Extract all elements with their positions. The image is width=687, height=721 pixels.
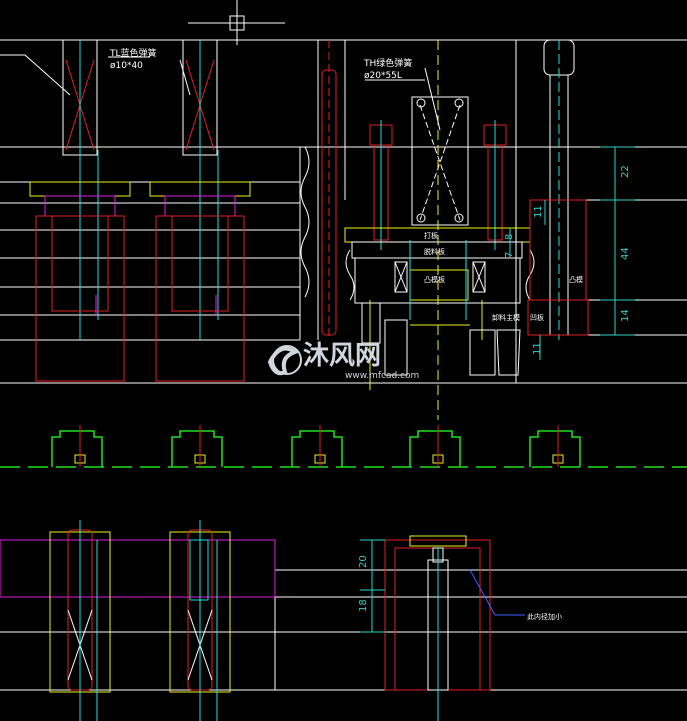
strip-layout	[0, 430, 687, 468]
cad-drawing: TL蓝色弹簧 ø10*40 TH绿色弹簧 ø20*55L 22 11 7 8 4…	[0, 0, 687, 721]
plate-lines-bottom	[0, 569, 687, 691]
label-note: 此内径加小	[527, 612, 562, 621]
spring-guide-left-2	[149, 39, 251, 382]
dim-18: 18	[358, 599, 369, 612]
label-plate-side: 凹板	[530, 313, 544, 322]
tl-spring-label: TL蓝色弹簧	[109, 47, 157, 59]
dim-20: 20	[358, 555, 369, 568]
bottom-left-guides	[0, 520, 276, 721]
dim-22: 22	[620, 165, 631, 178]
dim-14: 14	[620, 309, 631, 322]
annotation-text: TL蓝色弹簧 ø10*40 TH绿色弹簧 ø20*55L	[109, 47, 412, 81]
watermark-logo-icon	[267, 345, 302, 376]
label-plate-top: 打板	[424, 231, 438, 240]
dimension-lines-right	[509, 146, 635, 360]
th-spring-label: TH绿色弹簧	[363, 57, 412, 69]
crosshair-cursor-icon	[188, 0, 285, 45]
spring-guide-left-1	[29, 39, 131, 382]
label-stripper-main: 卸料主模	[492, 313, 520, 322]
watermark: 沐风网 www.mfcad.com	[267, 341, 419, 381]
tl-spring-spec: ø10*40	[110, 61, 143, 71]
bottom-die	[360, 535, 525, 721]
watermark-url: www.mfcad.com	[345, 371, 419, 381]
plate-lines-top	[0, 39, 687, 384]
tl-spring-leaders	[0, 54, 191, 96]
label-plate-low: 凸模板	[424, 275, 445, 284]
label-plate-mid: 脱料板	[424, 247, 445, 256]
dim-8: 8	[504, 234, 515, 240]
dim-11: 11	[533, 205, 544, 218]
dim-7: 7	[504, 252, 515, 258]
th-spring-spec: ø20*55L	[364, 71, 402, 81]
right-guide-pin	[527, 39, 589, 340]
dim-11b: 11	[532, 342, 543, 355]
watermark-brand: 沐风网	[303, 341, 381, 371]
dim-44: 44	[620, 247, 631, 260]
label-punch: 凸模	[569, 275, 583, 284]
